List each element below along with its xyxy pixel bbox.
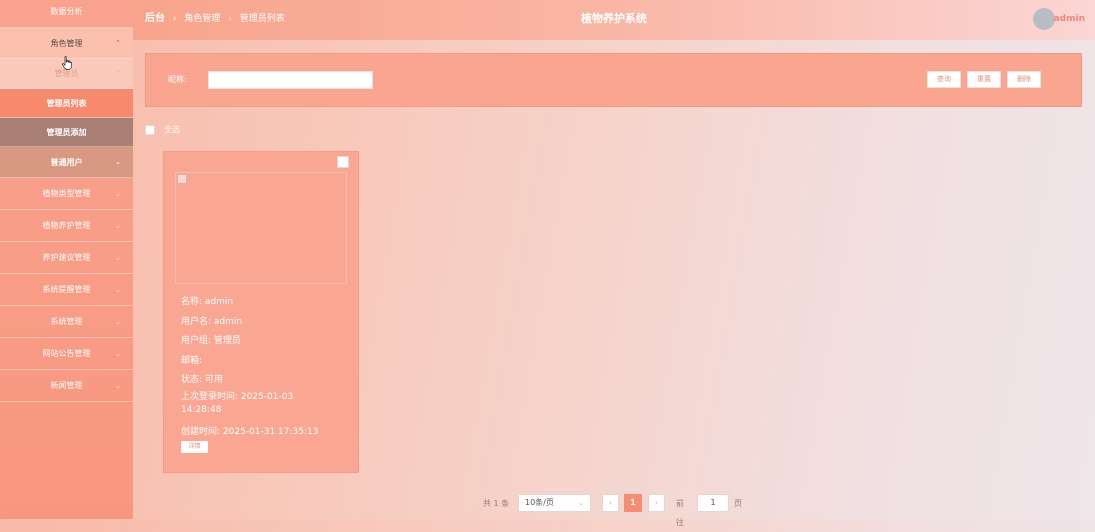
nickname-input[interactable] <box>208 71 373 89</box>
sidebar-item-news[interactable]: 新闻管理 ⌄ <box>0 370 133 402</box>
chevron-down-icon: ⌄ <box>115 222 121 230</box>
card-created-time: 创建时间: 2025-01-31 17:35:13 <box>181 427 319 437</box>
search-panel: 昵称: 查询 重置 删除 <box>145 53 1082 107</box>
chevron-up-icon: ⌃ <box>115 39 121 47</box>
delete-button[interactable]: 删除 <box>1007 71 1041 88</box>
prev-page-button[interactable]: ‹ <box>602 494 619 512</box>
sidebar-item-role-management[interactable]: 角色管理 ⌃ <box>0 28 133 59</box>
card-checkbox[interactable] <box>337 156 349 168</box>
sidebar-item-label: 普通用户 <box>50 158 83 167</box>
sidebar-item-system-management[interactable]: 系统管理 ⌄ <box>0 306 133 338</box>
nickname-label: 昵称: <box>168 75 187 84</box>
sidebar-item-normal-user[interactable]: 普通用户 ⌄ <box>0 147 133 178</box>
card-username: 用户名: admin <box>181 317 243 327</box>
system-title: 植物养护系统 <box>581 12 647 25</box>
chevron-down-icon: ⌄ <box>578 499 584 507</box>
card-status: 状态: 可用 <box>181 375 223 385</box>
sidebar-item-label: 新闻管理 <box>50 381 83 390</box>
sidebar-item-label: 管理员添加 <box>46 128 87 137</box>
broken-image-icon <box>177 174 187 184</box>
sidebar-item-label: 系统管理 <box>50 317 83 326</box>
sidebar-item-system-reminder[interactable]: 系统提醒管理 ⌄ <box>0 274 133 306</box>
chevron-down-icon: ⌄ <box>115 190 121 198</box>
sidebar-item-label: 养护建议管理 <box>42 253 91 262</box>
chevron-down-icon: ⌄ <box>115 382 121 390</box>
sidebar-item-admin-add[interactable]: 管理员添加 <box>0 118 133 147</box>
sidebar-item-data-analysis[interactable]: 数据分析 <box>0 0 133 28</box>
reset-button[interactable]: 重置 <box>967 71 1001 88</box>
sidebar-item-label: 植物类型管理 <box>42 189 91 198</box>
sidebar-item-label: 管理员列表 <box>46 99 87 108</box>
sidebar-item-care-advice[interactable]: 养护建议管理 ⌄ <box>0 242 133 274</box>
page-unit-label: 页 <box>734 499 742 508</box>
page-size-select[interactable]: 10条/页 ⌄ <box>518 494 591 512</box>
card-name: 名称: admin <box>181 297 234 307</box>
select-all[interactable]: 全选 <box>145 119 181 135</box>
sidebar-item-label: 植物养护管理 <box>42 221 91 230</box>
sidebar-item-label: 数据分析 <box>50 7 83 16</box>
avatar[interactable] <box>1033 8 1055 30</box>
goto-label: 前往 <box>676 499 684 527</box>
chevron-down-icon: ⌄ <box>115 286 121 294</box>
next-page-button[interactable]: › <box>648 494 665 512</box>
card-email: 邮箱: <box>181 356 203 366</box>
chevron-down-icon: ⌄ <box>115 318 121 326</box>
admin-card: 名称: admin 用户名: admin 用户组: 管理员 邮箱: 状态: 可用… <box>163 151 359 473</box>
sidebar-item-label: 角色管理 <box>50 39 83 48</box>
chevron-down-icon: ⌄ <box>115 158 121 166</box>
chevron-up-icon: ⌃ <box>115 70 121 78</box>
current-page[interactable]: 1 <box>624 494 642 512</box>
sidebar: 数据分析 角色管理 ⌃ 管理员 ⌃ 管理员列表 管理员添加 普通用户 ⌄ 植物类… <box>0 0 133 519</box>
sidebar-item-label: 系统提醒管理 <box>42 285 91 294</box>
query-button[interactable]: 查询 <box>927 71 961 88</box>
header: 后台 › 角色管理 › 管理员列表 植物养护系统 admin <box>133 0 1095 40</box>
select-all-label: 全选 <box>164 125 181 134</box>
page-size-value: 10条/页 <box>525 498 554 507</box>
detail-button[interactable]: 详情 <box>181 441 208 453</box>
select-all-checkbox[interactable] <box>145 124 155 135</box>
card-last-login: 上次登录时间: 2025-01-03 14:28:48 <box>181 392 294 415</box>
chevron-down-icon: ⌄ <box>115 254 121 262</box>
sidebar-item-announcement[interactable]: 网站公告管理 ⌄ <box>0 338 133 370</box>
sidebar-item-plant-care[interactable]: 植物养护管理 ⌄ <box>0 210 133 242</box>
card-user-group: 用户组: 管理员 <box>181 336 241 346</box>
goto-page-input[interactable]: 1 <box>697 494 729 512</box>
sidebar-item-admin-list[interactable]: 管理员列表 <box>0 89 133 118</box>
hand-cursor-icon <box>62 56 72 70</box>
pagination-total: 共 1 条 <box>483 499 510 508</box>
user-name[interactable]: admin <box>1054 0 1085 38</box>
sidebar-item-plant-type[interactable]: 植物类型管理 ⌄ <box>0 178 133 210</box>
chevron-down-icon: ⌄ <box>115 350 121 358</box>
card-image <box>175 172 347 284</box>
sidebar-item-label: 网站公告管理 <box>42 349 91 358</box>
